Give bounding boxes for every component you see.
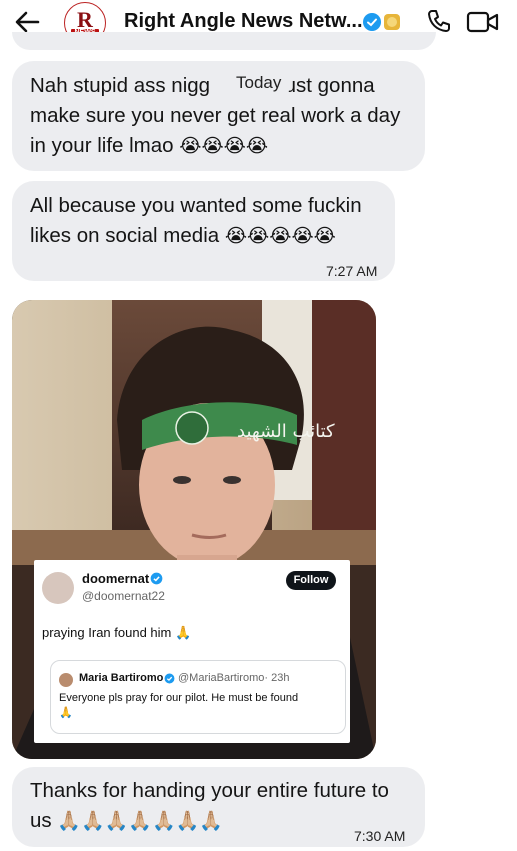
- quoted-tweet-text: Everyone pls pray for our pilot. He must…: [59, 692, 299, 719]
- praying-emoji: 🙏🏼🙏🏼🙏🏼🙏🏼🙏🏼🙏🏼🙏🏼: [57, 811, 223, 832]
- tweet-author-handle: @doomernat22: [82, 589, 165, 603]
- contact-name[interactable]: Right Angle News Netw...: [124, 10, 363, 33]
- date-separator: Today: [228, 70, 290, 96]
- message-bubble[interactable]: Thanks for handing your entire future to…: [12, 767, 425, 847]
- phone-icon[interactable]: [426, 8, 452, 34]
- headband-text: كتائب الشهيد: [237, 421, 335, 442]
- previous-bubble-remnant: [12, 32, 436, 50]
- logo-letter: R: [77, 7, 93, 32]
- message-text: Thanks for handing your entire future to: [30, 779, 389, 802]
- message-text: likes on social media: [30, 224, 220, 247]
- crying-emoji: 😭😭😭😭: [179, 136, 269, 157]
- video-icon[interactable]: [466, 10, 500, 34]
- message-text: in your life lmao: [30, 134, 174, 157]
- message-text: just gonna: [280, 74, 375, 97]
- image-attachment[interactable]: كتائب الشهيد doomernat @doomernat22 Foll…: [12, 300, 376, 759]
- message-text: us: [30, 809, 52, 832]
- embedded-quote: Maria Bartiromo @MariaBartiromo· 23h Eve…: [50, 660, 346, 734]
- message-timestamp: 7:30 AM: [354, 828, 406, 844]
- follow-button: Follow: [286, 571, 336, 590]
- tweet-author-name: doomernat: [82, 571, 150, 586]
- message-bubble[interactable]: Nah stupid ass nigg just gonna make sure …: [12, 61, 425, 171]
- message-bubble[interactable]: All because you wanted some fuckin likes…: [12, 181, 395, 281]
- gold-badge-icon: [384, 14, 400, 30]
- message-timestamp: 7:27 AM: [326, 263, 378, 279]
- message-text: All because you wanted some fuckin: [30, 194, 362, 217]
- message-text: make sure you never get real work a day: [30, 104, 401, 127]
- quoted-author-name: Maria Bartiromo: [79, 672, 164, 684]
- maria-avatar: [59, 673, 73, 687]
- verified-icon: [150, 572, 163, 585]
- quoted-tweet-card: doomernat @doomernat22 Follow praying Ir…: [34, 560, 350, 743]
- quoted-author-meta: @MariaBartiromo· 23h: [178, 672, 290, 684]
- message-text: Nah stupid ass nigg: [30, 74, 211, 97]
- verified-icon: [164, 673, 175, 684]
- tweet-text: praying Iran found him 🙏: [42, 625, 192, 640]
- praying-emoji: 🙏: [59, 707, 73, 719]
- crying-emoji: 😭😭😭😭😭: [224, 226, 336, 247]
- verified-icon: [363, 13, 381, 31]
- doomernat-avatar: [42, 572, 74, 604]
